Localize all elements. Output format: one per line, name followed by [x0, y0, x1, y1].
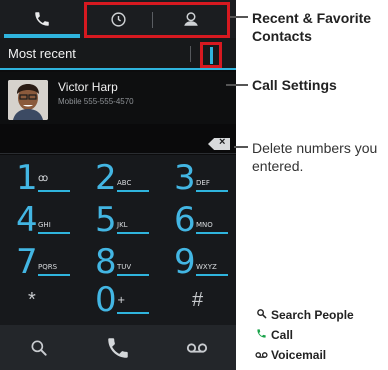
key-star[interactable]: *: [0, 283, 78, 325]
key-2[interactable]: 2 ABC: [79, 159, 157, 201]
key-letters: WXYZ: [196, 263, 217, 271]
voicemail-button[interactable]: [158, 325, 236, 370]
tab-phone[interactable]: [0, 0, 84, 38]
key-1[interactable]: 1 ꝏ: [0, 159, 78, 201]
key-letters: PQRS: [38, 263, 58, 271]
annotation-call-settings: Call Settings: [252, 77, 337, 93]
legend-call-label: Call: [271, 328, 294, 342]
recent-contact[interactable]: Victor Harp Mobile 555-555-4570: [0, 72, 236, 124]
key-digit: 9: [174, 242, 196, 282]
key-underline: [117, 274, 149, 276]
search-icon: [254, 308, 268, 322]
key-6[interactable]: 6 MNO: [158, 201, 236, 243]
annotation-leader: [226, 84, 248, 86]
contact-photo: [8, 80, 48, 120]
key-8[interactable]: 8 TUV: [79, 243, 157, 285]
phone-icon: [254, 328, 268, 342]
key-digit: 2: [95, 158, 117, 198]
legend-voicemail: Voicemail: [254, 348, 326, 362]
search-button[interactable]: [0, 325, 78, 370]
most-recent-label: Most recent: [8, 46, 76, 61]
key-underline: [196, 274, 228, 276]
call-settings-button[interactable]: [200, 42, 222, 68]
most-recent-bar: Most recent: [0, 38, 236, 70]
annotation-leader: [230, 16, 248, 18]
phone-icon: [35, 12, 49, 26]
phone-icon: [108, 337, 128, 358]
avatar: [8, 80, 48, 120]
key-letters: DEF: [196, 179, 210, 187]
key-underline: [38, 232, 70, 234]
key-5[interactable]: 5 JKL: [79, 201, 157, 243]
key-underline: [117, 190, 149, 192]
key-underline: [117, 232, 149, 234]
voicemail-icon: [254, 348, 268, 362]
legend-search: Search People: [254, 308, 354, 322]
search-icon: [31, 340, 47, 356]
contact-name: Victor Harp: [58, 80, 118, 94]
tab-bar: [0, 0, 236, 38]
key-digit: 1: [16, 158, 38, 198]
bar-divider: [190, 46, 191, 62]
voicemail-icon: ꝏ: [38, 173, 49, 184]
legend-voicemail-label: Voicemail: [271, 348, 327, 362]
key-letters: TUV: [117, 263, 132, 271]
annotation-leader: [234, 146, 248, 148]
key-letters: +: [117, 295, 126, 306]
key-digit: 6: [174, 200, 196, 240]
key-underline: [38, 190, 70, 192]
key-digit: 3: [174, 158, 196, 198]
key-letters: GHI: [38, 221, 51, 229]
key-digit: 8: [95, 242, 117, 282]
menu-icon: [210, 47, 213, 64]
key-9[interactable]: 9 WXYZ: [158, 243, 236, 285]
contact-number: Mobile 555-555-4570: [58, 97, 134, 106]
close-icon: ×: [219, 136, 226, 148]
key-digit: 0: [95, 280, 117, 320]
legend-search-label: Search People: [271, 308, 354, 322]
tabs-highlight-box: [84, 2, 230, 38]
key-letters: JKL: [117, 221, 128, 229]
key-3[interactable]: 3 DEF: [158, 159, 236, 201]
key-underline: [38, 274, 70, 276]
key-digit: 7: [16, 242, 38, 282]
key-digit: 5: [95, 200, 117, 240]
dial-keypad: 1 ꝏ 2 ABC 3 DEF 4 GHI 5 JKL 6 MNO 7 PQRS…: [0, 155, 236, 325]
key-symbol: *: [28, 289, 36, 311]
key-7[interactable]: 7 PQRS: [0, 243, 78, 285]
delete-button[interactable]: ×: [208, 138, 230, 150]
annotation-delete-numbers: Delete numbers you entered.: [252, 140, 378, 174]
voicemail-icon: [186, 342, 208, 353]
key-4[interactable]: 4 GHI: [0, 201, 78, 243]
dialer-screen: Most recent Victor Harp Mobile 555-555-4…: [0, 0, 236, 370]
key-letters: MNO: [196, 221, 213, 229]
key-underline: [196, 190, 228, 192]
call-button[interactable]: [78, 325, 158, 370]
key-underline: [196, 232, 228, 234]
annotation-recent-favorite: Recent & Favorite Contacts: [252, 10, 372, 44]
key-symbol: #: [192, 289, 204, 311]
key-0[interactable]: 0 +: [79, 281, 157, 323]
number-input[interactable]: ×: [0, 124, 236, 154]
legend-call: Call: [254, 328, 293, 342]
key-digit: 4: [16, 200, 38, 240]
key-hash[interactable]: #: [158, 283, 236, 325]
key-letters: ABC: [117, 179, 132, 187]
action-bar: [0, 325, 236, 370]
key-underline: [117, 312, 149, 314]
